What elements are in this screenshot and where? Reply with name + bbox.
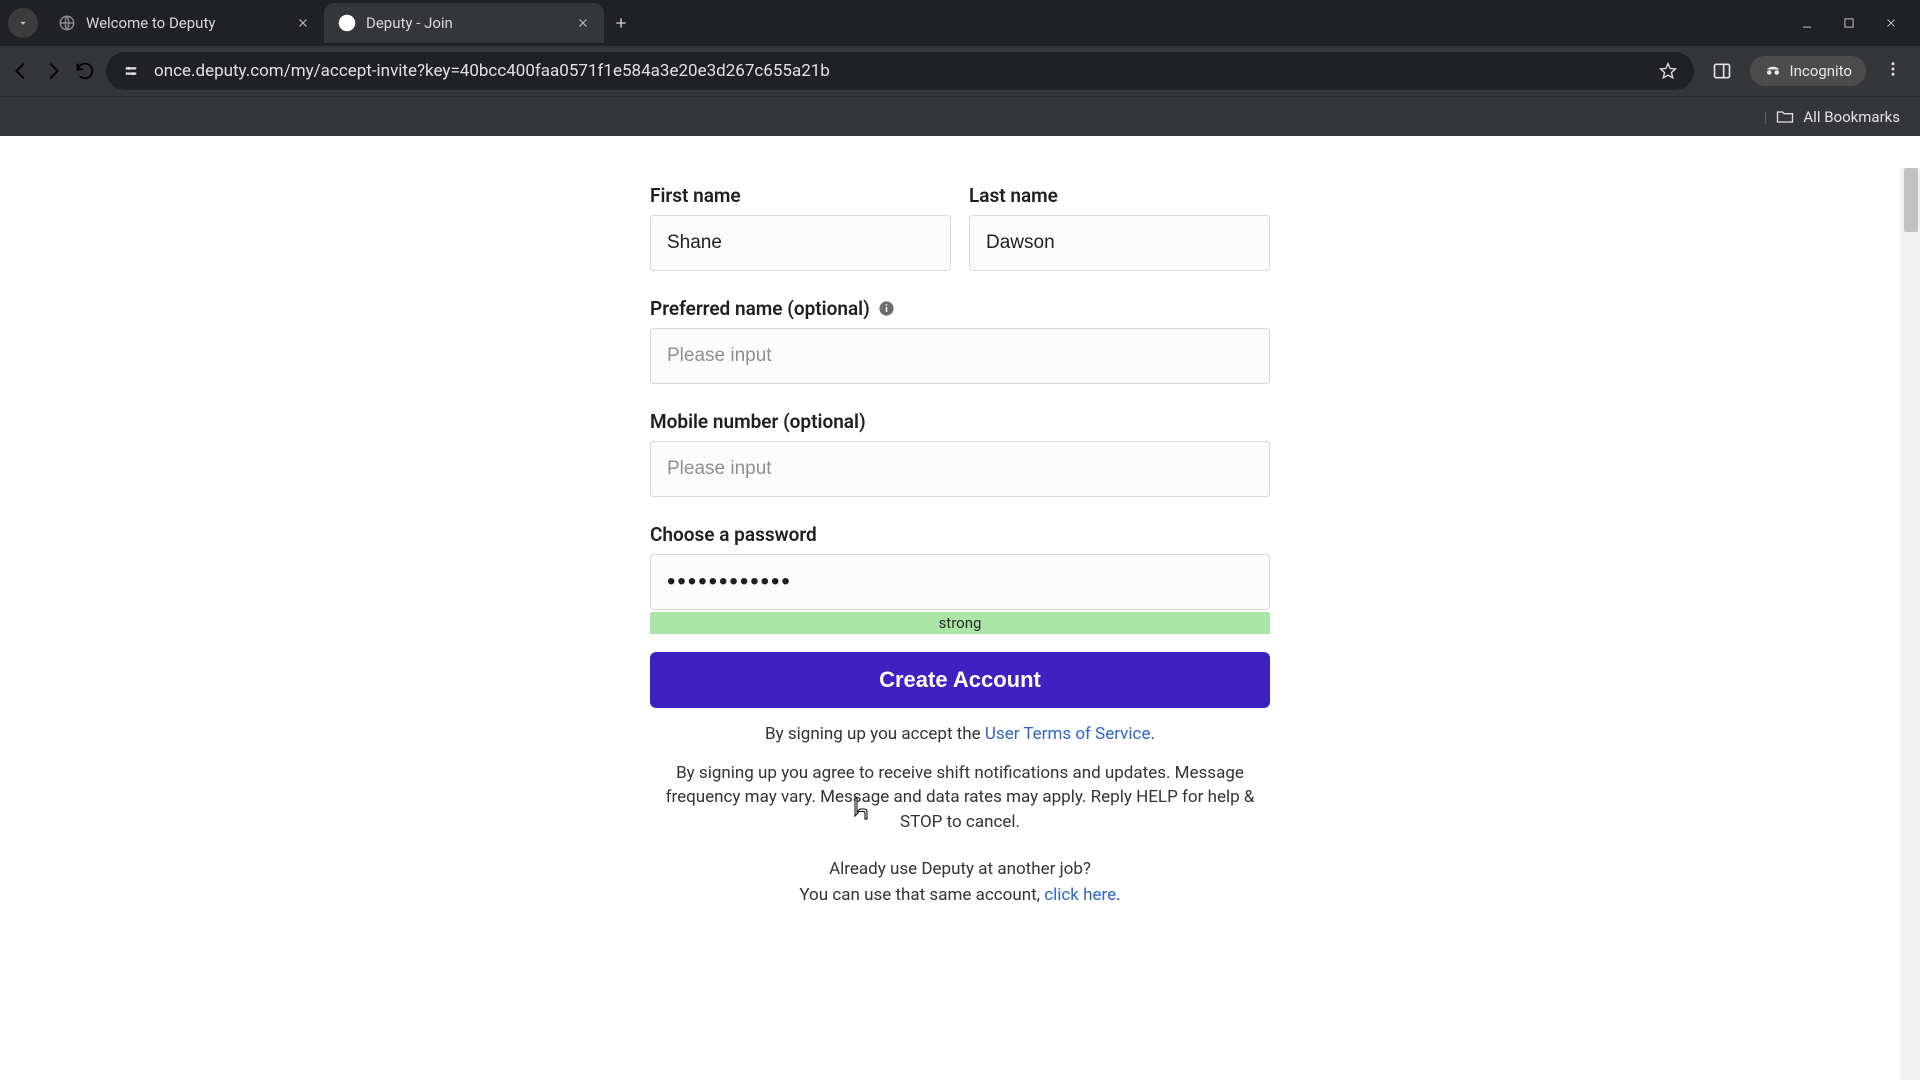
tab-bar: Welcome to Deputy Deputy - Join	[0, 0, 1920, 46]
scrollbar[interactable]	[1900, 168, 1920, 1080]
preferred-name-label: Preferred name (optional)	[650, 297, 1270, 320]
tos-line: By signing up you accept the User Terms …	[650, 722, 1270, 747]
new-tab-button[interactable]	[604, 6, 638, 40]
side-panel-icon[interactable]	[1712, 61, 1732, 81]
preferred-name-field: Preferred name (optional)	[650, 297, 1270, 384]
password-field: Choose a password strong	[650, 523, 1270, 634]
site-settings-icon[interactable]	[122, 62, 140, 80]
sms-disclaimer: By signing up you agree to receive shift…	[650, 761, 1270, 835]
deputy-favicon	[338, 14, 356, 32]
url-field[interactable]: once.deputy.com/my/accept-invite?key=40b…	[106, 52, 1694, 90]
all-bookmarks-link[interactable]: All Bookmarks	[1803, 108, 1900, 126]
password-strength: strong	[650, 612, 1270, 634]
folder-icon	[1775, 107, 1795, 127]
existing-account-link[interactable]: click here	[1044, 885, 1116, 905]
reload-icon[interactable]	[74, 60, 96, 82]
forward-icon[interactable]	[42, 60, 64, 82]
menu-button[interactable]	[1884, 60, 1902, 82]
minimize-icon[interactable]	[1800, 16, 1814, 30]
scrollbar-thumb[interactable]	[1904, 168, 1918, 232]
last-name-field: Last name	[969, 184, 1270, 271]
tab-search-button[interactable]	[8, 8, 38, 38]
signup-form: First name Last name Preferred name (opt…	[650, 168, 1270, 908]
maximize-icon[interactable]	[1842, 16, 1856, 30]
address-bar: once.deputy.com/my/accept-invite?key=40b…	[0, 46, 1920, 96]
url-text: once.deputy.com/my/accept-invite?key=40b…	[154, 61, 1644, 81]
password-input[interactable]	[650, 554, 1270, 610]
browser-chrome: Welcome to Deputy Deputy - Join once.dep…	[0, 0, 1920, 136]
tos-link[interactable]: User Terms of Service	[985, 724, 1151, 744]
info-icon[interactable]	[878, 300, 895, 317]
preferred-name-input[interactable]	[650, 328, 1270, 384]
tab-welcome[interactable]: Welcome to Deputy	[44, 3, 324, 43]
first-name-field: First name	[650, 184, 951, 271]
globe-icon	[58, 14, 76, 32]
window-controls	[1800, 16, 1920, 30]
back-icon[interactable]	[10, 60, 32, 82]
incognito-badge[interactable]: Incognito	[1750, 56, 1866, 86]
page-content: First name Last name Preferred name (opt…	[0, 168, 1920, 1080]
first-name-label: First name	[650, 184, 951, 207]
bookmarks-bar: | All Bookmarks	[0, 96, 1920, 136]
tab-title: Welcome to Deputy	[86, 14, 284, 32]
last-name-input[interactable]	[969, 215, 1270, 271]
close-icon[interactable]	[576, 16, 590, 30]
bookmark-star-icon[interactable]	[1658, 61, 1678, 81]
incognito-label: Incognito	[1790, 62, 1852, 80]
close-icon[interactable]	[296, 16, 310, 30]
last-name-label: Last name	[969, 184, 1270, 207]
mobile-input[interactable]	[650, 441, 1270, 497]
tab-deputy-join[interactable]: Deputy - Join	[324, 3, 604, 43]
toolbar-right: Incognito	[1704, 56, 1910, 86]
incognito-icon	[1764, 62, 1782, 80]
first-name-input[interactable]	[650, 215, 951, 271]
existing-account: Already use Deputy at another job? You c…	[650, 857, 1270, 908]
tab-title: Deputy - Join	[366, 14, 564, 32]
close-window-icon[interactable]	[1884, 16, 1898, 30]
password-label: Choose a password	[650, 523, 1270, 546]
mobile-field: Mobile number (optional)	[650, 410, 1270, 497]
mobile-label: Mobile number (optional)	[650, 410, 1270, 433]
create-account-button[interactable]: Create Account	[650, 652, 1270, 708]
